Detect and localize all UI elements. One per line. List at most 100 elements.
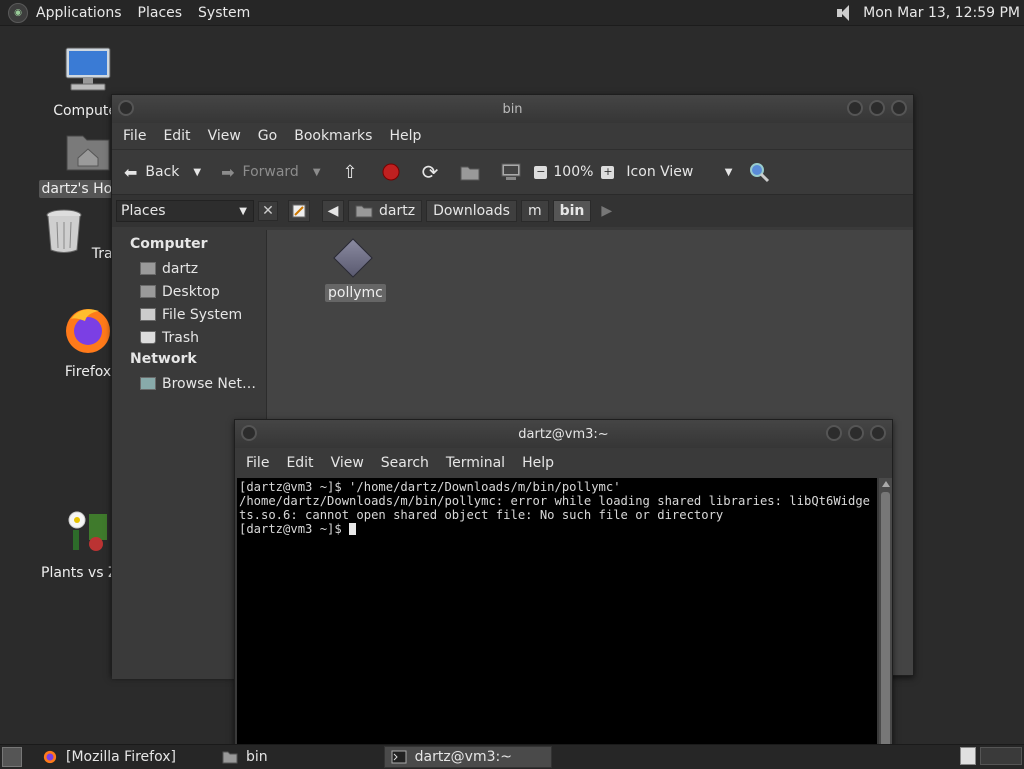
window-title: dartz@vm3:~ [518, 426, 609, 442]
sidebar-item-label: Trash [162, 329, 199, 346]
sidebar-item-desktop[interactable]: Desktop [112, 280, 266, 303]
terminal-prompt: [dartz@vm3 ~]$ [239, 522, 350, 536]
places-select-label: Places [121, 203, 166, 219]
distro-logo-icon[interactable]: ◉ [8, 2, 28, 23]
terminal-line: [dartz@vm3 ~]$ '/home/dartz/Downloads/m/… [239, 480, 621, 494]
minimize-button[interactable] [847, 100, 863, 116]
breadcrumb-scroll-right[interactable]: ▶ [595, 200, 618, 222]
terminal-icon [391, 750, 407, 764]
forward-button[interactable]: ➡ Forward [221, 163, 299, 182]
toggle-location-entry-button[interactable] [288, 200, 310, 222]
task-label: dartz@vm3:~ [414, 749, 512, 765]
zoom-level[interactable]: 100% [553, 164, 593, 180]
menu-bookmarks[interactable]: Bookmarks [294, 128, 372, 144]
reload-button[interactable]: ⟳ [422, 160, 439, 184]
up-button[interactable]: ⇧ [343, 162, 358, 183]
home-button[interactable] [460, 163, 480, 181]
zoom-out-button[interactable]: − [534, 164, 548, 179]
window-menu-button[interactable] [118, 100, 134, 116]
sidebar-item-browse-network[interactable]: Browse Net… [112, 372, 266, 395]
menu-edit[interactable]: Edit [286, 455, 313, 471]
home-folder-icon [66, 135, 110, 171]
chevron-down-icon: ▼ [312, 166, 321, 178]
menu-search[interactable]: Search [381, 455, 429, 471]
maximize-button[interactable] [869, 100, 885, 116]
up-arrow-icon: ⇧ [342, 161, 358, 183]
breadcrumb-label: bin [559, 203, 585, 219]
zoom-in-button[interactable]: + [601, 165, 615, 179]
workspace-switcher[interactable] [980, 747, 1022, 765]
search-icon [750, 163, 770, 183]
applications-menu[interactable]: Applications [36, 5, 122, 21]
terminal-scrollbar[interactable] [879, 478, 892, 750]
forward-history-dropdown[interactable]: ▼ [313, 167, 321, 178]
scrollbar-thumb[interactable] [881, 492, 890, 747]
menu-terminal[interactable]: Terminal [446, 455, 505, 471]
close-button[interactable] [870, 425, 886, 441]
view-mode-select[interactable]: Icon View ▼ [626, 164, 732, 180]
system-menu[interactable]: System [198, 5, 250, 21]
back-history-dropdown[interactable]: ▼ [193, 167, 201, 178]
home-folder-icon [355, 205, 373, 218]
maximize-button[interactable] [848, 425, 864, 441]
terminal-output: [dartz@vm3 ~]$ '/home/dartz/Downloads/m/… [237, 478, 877, 538]
menu-file[interactable]: File [123, 128, 146, 144]
task-firefox[interactable]: [Mozilla Firefox] [36, 746, 182, 768]
minimize-button[interactable] [826, 425, 842, 441]
reload-icon: ⟳ [421, 160, 439, 184]
breadcrumb-m[interactable]: m [520, 200, 549, 222]
file-item-pollymc[interactable]: pollymc [325, 238, 386, 302]
task-terminal[interactable]: dartz@vm3:~ [383, 746, 552, 768]
menu-view[interactable]: View [331, 455, 364, 471]
places-menu[interactable]: Places [138, 5, 183, 21]
back-button[interactable]: ⬅ Back [124, 163, 179, 182]
desktop-folder-icon [140, 285, 156, 298]
breadcrumb-bin[interactable]: bin [552, 200, 592, 222]
window-menu-button[interactable] [241, 425, 257, 441]
scroll-up-arrow-icon[interactable] [882, 481, 890, 487]
window-title: bin [502, 101, 523, 117]
menu-view[interactable]: View [208, 128, 241, 144]
breadcrumb-dartz[interactable]: dartz [348, 200, 423, 222]
search-button[interactable] [748, 161, 770, 183]
workspace-1-thumbnail[interactable] [960, 747, 976, 765]
folder-icon [222, 751, 238, 764]
sidebar-places-select[interactable]: Places ▼ [116, 200, 254, 222]
task-bin[interactable]: bin [216, 746, 274, 768]
menu-help[interactable]: Help [389, 128, 421, 144]
file-name-label: pollymc [325, 284, 386, 302]
clock[interactable]: Mon Mar 13, 12:59 PM [863, 5, 1020, 21]
sidebar-item-dartz[interactable]: dartz [112, 257, 266, 280]
menu-edit[interactable]: Edit [163, 128, 190, 144]
volume-icon[interactable] [835, 4, 853, 22]
file-manager-titlebar[interactable]: bin [112, 95, 913, 123]
terminal-screen[interactable]: [dartz@vm3 ~]$ '/home/dartz/Downloads/m/… [237, 478, 877, 750]
close-button[interactable] [891, 100, 907, 116]
drive-icon [140, 308, 156, 321]
sidebar-item-trash[interactable]: Trash [112, 326, 266, 349]
close-sidebar-button[interactable]: ✕ [258, 201, 278, 221]
back-arrow-icon: ⬅ [124, 162, 138, 182]
sidebar-item-label: dartz [162, 260, 199, 277]
task-label: [Mozilla Firefox] [66, 749, 176, 765]
home-icon [460, 166, 480, 181]
menu-help[interactable]: Help [522, 455, 554, 471]
sidebar-item-label: File System [162, 306, 243, 323]
breadcrumb-downloads[interactable]: Downloads [426, 200, 517, 222]
firefox-icon [66, 309, 110, 353]
forward-arrow-icon: ➡ [221, 162, 235, 182]
stop-button[interactable] [382, 163, 400, 181]
sidebar-item-file-system[interactable]: File System [112, 303, 266, 326]
breadcrumb-label: dartz [379, 203, 416, 219]
bottom-panel: [Mozilla Firefox] bin dartz@vm3:~ [0, 744, 1024, 769]
show-desktop-button[interactable] [2, 747, 22, 767]
menu-file[interactable]: File [246, 455, 269, 471]
menu-go[interactable]: Go [258, 128, 277, 144]
plants-vs-zombies-icon [68, 511, 107, 551]
zoom-out-icon: − [534, 164, 548, 179]
sidebar-header-network: Network [130, 351, 197, 367]
computer-button[interactable] [500, 163, 522, 181]
breadcrumb-scroll-left[interactable]: ◀ [322, 200, 344, 222]
terminal-titlebar[interactable]: dartz@vm3:~ [235, 420, 892, 448]
breadcrumb-label: m [527, 203, 542, 219]
